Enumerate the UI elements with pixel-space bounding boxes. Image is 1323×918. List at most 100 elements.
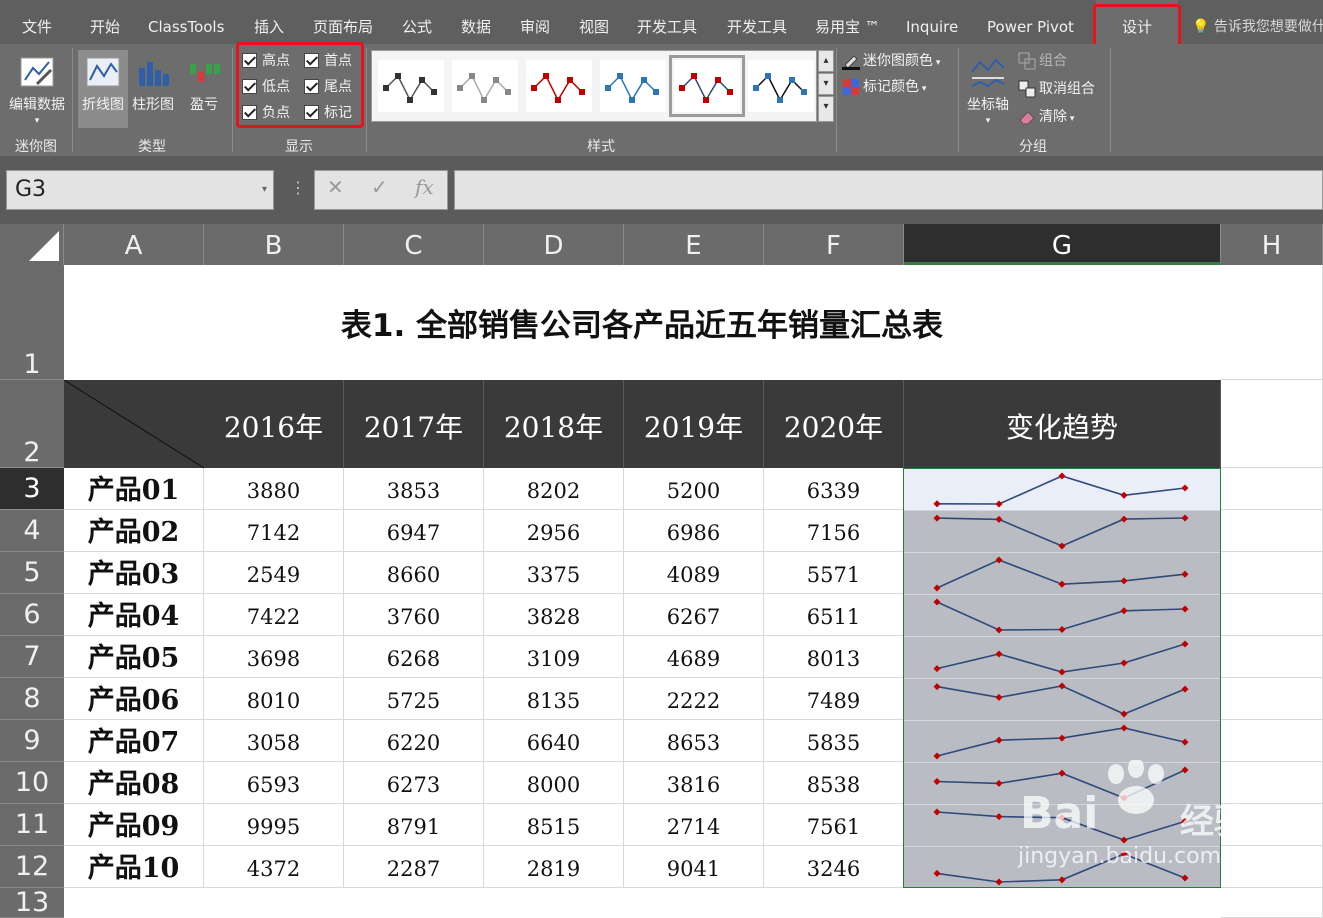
- sheet-title[interactable]: 表1. 全部销售公司各产品近五年销量汇总表: [64, 265, 1220, 380]
- tab-5[interactable]: 公式: [402, 0, 432, 44]
- empty-cell[interactable]: [1221, 552, 1323, 594]
- row-header-6[interactable]: 6: [0, 594, 64, 636]
- value-cell[interactable]: 8653: [624, 720, 764, 762]
- value-cell[interactable]: 3246: [764, 846, 904, 888]
- sparkline-style-gallery[interactable]: [371, 50, 817, 122]
- trend-header[interactable]: 变化趋势: [904, 380, 1221, 468]
- row-header-7[interactable]: 7: [0, 636, 64, 678]
- row-header-13[interactable]: 13: [0, 888, 64, 918]
- tab-6[interactable]: 数据: [461, 0, 491, 44]
- value-cell[interactable]: 5200: [624, 468, 764, 510]
- tab-7[interactable]: 审阅: [520, 0, 550, 44]
- empty-cell[interactable]: [1221, 720, 1323, 762]
- value-cell[interactable]: 6267: [624, 594, 764, 636]
- winloss-type-button[interactable]: 盈亏: [180, 50, 228, 128]
- value-cell[interactable]: 7142: [204, 510, 344, 552]
- row-header-2[interactable]: 2: [0, 380, 64, 468]
- row-header-1[interactable]: 1: [0, 265, 64, 380]
- empty-cell[interactable]: [1221, 678, 1323, 720]
- value-cell[interactable]: 5725: [344, 678, 484, 720]
- value-cell[interactable]: 6268: [344, 636, 484, 678]
- marker-color-button[interactable]: 标记颜色 ▾: [842, 76, 926, 98]
- value-cell[interactable]: 3828: [484, 594, 624, 636]
- ungroup-button[interactable]: 取消组合: [1018, 78, 1095, 100]
- value-cell[interactable]: 3058: [204, 720, 344, 762]
- column-type-button[interactable]: 柱形图: [128, 50, 178, 128]
- tab-0[interactable]: 文件: [22, 0, 52, 44]
- empty-cell[interactable]: [1221, 888, 1323, 918]
- column-header-c[interactable]: C: [344, 224, 484, 265]
- row-header-5[interactable]: 5: [0, 552, 64, 594]
- resize-handle-icon[interactable]: ⋮: [290, 178, 306, 197]
- value-cell[interactable]: 9041: [624, 846, 764, 888]
- clear-button[interactable]: 清除 ▾: [1018, 106, 1074, 128]
- column-header-f[interactable]: F: [764, 224, 904, 265]
- value-cell[interactable]: 5571: [764, 552, 904, 594]
- value-cell[interactable]: 2714: [624, 804, 764, 846]
- gallery-scroll-up-button[interactable]: ▴: [818, 50, 834, 72]
- value-cell[interactable]: 7561: [764, 804, 904, 846]
- column-header-g[interactable]: G: [904, 224, 1221, 265]
- name-box[interactable]: G3 ▾: [6, 170, 274, 210]
- value-cell[interactable]: 8538: [764, 762, 904, 804]
- row-header-10[interactable]: 10: [0, 762, 64, 804]
- value-cell[interactable]: 3760: [344, 594, 484, 636]
- value-cell[interactable]: 7422: [204, 594, 344, 636]
- value-cell[interactable]: 2222: [624, 678, 764, 720]
- axis-button[interactable]: 坐标轴 ▾: [962, 50, 1014, 128]
- year-header[interactable]: 2018年: [484, 380, 624, 468]
- value-cell[interactable]: 5835: [764, 720, 904, 762]
- value-cell[interactable]: 8791: [344, 804, 484, 846]
- value-cell[interactable]: 3853: [344, 468, 484, 510]
- empty-cell[interactable]: [1221, 846, 1323, 888]
- sparkline-style-option[interactable]: [378, 60, 444, 112]
- empty-cell[interactable]: [1221, 594, 1323, 636]
- value-cell[interactable]: 8000: [484, 762, 624, 804]
- product-name-cell[interactable]: 产品06: [64, 678, 204, 720]
- tab-9[interactable]: 开发工具: [637, 0, 697, 44]
- product-name-cell[interactable]: 产品10: [64, 846, 204, 888]
- product-name-cell[interactable]: 产品04: [64, 594, 204, 636]
- insert-function-icon[interactable]: fx: [415, 175, 434, 199]
- tab-11[interactable]: 易用宝 ™: [815, 0, 880, 44]
- sparkline-style-option[interactable]: [600, 60, 666, 112]
- column-header-a[interactable]: A: [64, 224, 204, 265]
- value-cell[interactable]: 6220: [344, 720, 484, 762]
- tab-4[interactable]: 页面布局: [313, 0, 373, 44]
- value-cell[interactable]: 6339: [764, 468, 904, 510]
- value-cell[interactable]: 8135: [484, 678, 624, 720]
- empty-cell[interactable]: [1221, 468, 1323, 510]
- year-header[interactable]: 2016年: [204, 380, 344, 468]
- tab-10[interactable]: 开发工具: [727, 0, 787, 44]
- value-cell[interactable]: 8202: [484, 468, 624, 510]
- column-header-d[interactable]: D: [484, 224, 624, 265]
- tab-3[interactable]: 插入: [254, 0, 284, 44]
- tab-13[interactable]: Power Pivot: [987, 0, 1074, 44]
- product-name-cell[interactable]: 产品02: [64, 510, 204, 552]
- value-cell[interactable]: 3109: [484, 636, 624, 678]
- cancel-icon[interactable]: ✕: [327, 175, 344, 199]
- value-cell[interactable]: 4372: [204, 846, 344, 888]
- year-header[interactable]: 2019年: [624, 380, 764, 468]
- sparkline-style-option[interactable]: [669, 55, 745, 117]
- select-all-button[interactable]: [0, 224, 64, 265]
- column-header-e[interactable]: E: [624, 224, 764, 265]
- sparkline-style-option[interactable]: [452, 60, 518, 112]
- value-cell[interactable]: 3375: [484, 552, 624, 594]
- value-cell[interactable]: 4689: [624, 636, 764, 678]
- group-button[interactable]: 组合: [1018, 50, 1067, 72]
- value-cell[interactable]: 8660: [344, 552, 484, 594]
- formula-input[interactable]: [454, 170, 1323, 210]
- column-header-h[interactable]: H: [1221, 224, 1323, 265]
- value-cell[interactable]: 6640: [484, 720, 624, 762]
- value-cell[interactable]: 6986: [624, 510, 764, 552]
- row-header-3[interactable]: 3: [0, 468, 64, 510]
- sparkline-style-option[interactable]: [748, 60, 814, 112]
- row-header-4[interactable]: 4: [0, 510, 64, 552]
- diagonal-header-cell[interactable]: [63, 379, 205, 469]
- value-cell[interactable]: 7489: [764, 678, 904, 720]
- product-name-cell[interactable]: 产品07: [64, 720, 204, 762]
- sparkline-style-option[interactable]: [526, 60, 592, 112]
- gallery-scroll-down-button[interactable]: ▾: [818, 73, 834, 95]
- line-type-button[interactable]: 折线图: [78, 50, 128, 128]
